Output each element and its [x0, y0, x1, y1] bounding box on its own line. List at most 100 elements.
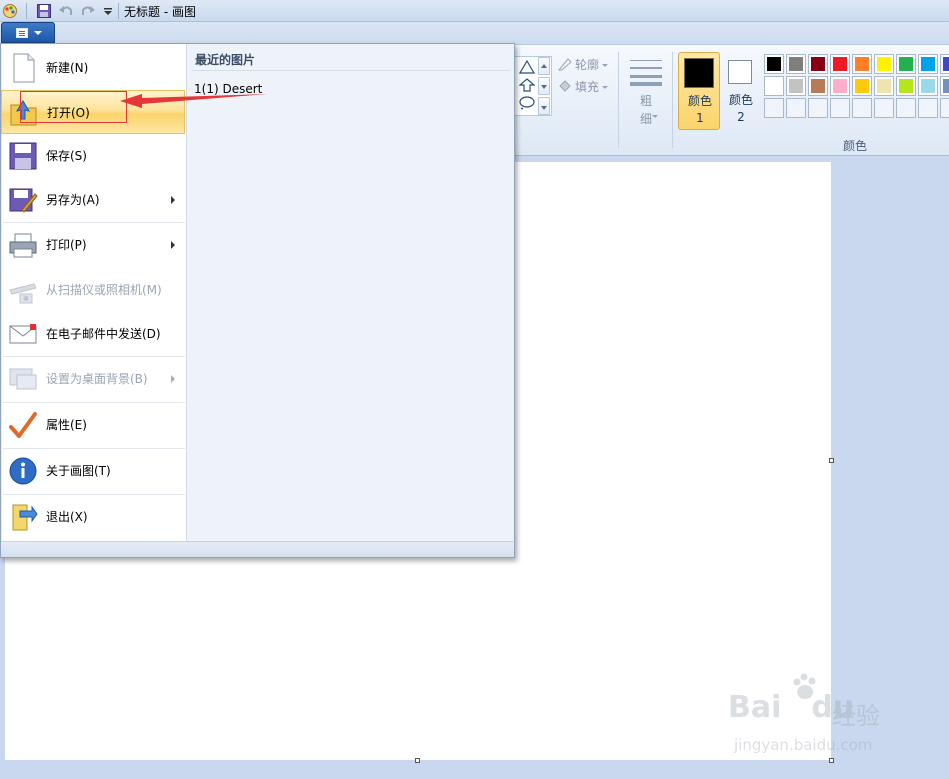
- triangle-shape-icon[interactable]: [519, 60, 535, 74]
- exit-icon: [8, 501, 38, 533]
- custom-color-slot[interactable]: [852, 98, 872, 118]
- app-menu-button[interactable]: [1, 22, 55, 43]
- app-menu-item-label: 从扫描仪或照相机(M): [46, 283, 162, 297]
- custom-color-slot[interactable]: [764, 98, 784, 118]
- app-menu-item[interactable]: 打印(P): [1, 223, 185, 267]
- custom-color-slot[interactable]: [808, 98, 828, 118]
- palette-swatch[interactable]: [786, 54, 806, 74]
- chevron-down-icon: [34, 31, 42, 35]
- shape-outline-button[interactable]: 轮廓: [557, 56, 609, 74]
- swatch-color: [877, 79, 891, 93]
- save-disk-icon: [8, 140, 38, 172]
- title-bar: 无标题 - 画图: [0, 0, 949, 22]
- app-menu-item[interactable]: 退出(X): [1, 495, 185, 539]
- app-menu-item[interactable]: 属性(E): [1, 403, 185, 447]
- color1-button[interactable]: 颜色 1: [678, 52, 720, 130]
- app-menu-item-label: 保存(S): [46, 149, 87, 163]
- app-menu-item[interactable]: 在电子邮件中发送(D): [1, 312, 185, 356]
- customize-quick-access-icon[interactable]: [100, 3, 116, 19]
- swatch-color: [767, 79, 781, 93]
- palette-swatch[interactable]: [918, 76, 938, 96]
- desktop-background-icon: [8, 363, 38, 395]
- email-icon: [8, 318, 38, 350]
- redo-icon[interactable]: [80, 3, 96, 19]
- swatch-color: [833, 79, 847, 93]
- shape-fill-button[interactable]: 填充: [557, 78, 609, 96]
- palette-swatch[interactable]: [852, 54, 872, 74]
- app-menu-divider: [3, 402, 185, 403]
- palette-swatch[interactable]: [896, 76, 916, 96]
- custom-color-slot[interactable]: [940, 98, 949, 118]
- app-menu-item-label: 另存为(A): [46, 193, 100, 207]
- shapes-scroll-up-button[interactable]: [538, 57, 550, 75]
- app-menu-item[interactable]: 关于画图(T): [1, 449, 185, 493]
- shape-outline-label: 轮廓: [575, 58, 600, 72]
- resize-handle-bottom[interactable]: [415, 758, 420, 763]
- palette-swatch[interactable]: [940, 54, 949, 74]
- app-menu-item-label: 新建(N): [46, 61, 89, 75]
- palette-swatch[interactable]: [830, 54, 850, 74]
- palette-swatch[interactable]: [830, 76, 850, 96]
- custom-color-slot[interactable]: [786, 98, 806, 118]
- recent-pictures-pane: [187, 44, 514, 541]
- shapes-scroll-down-button[interactable]: [538, 77, 550, 95]
- app-menu-item[interactable]: 新建(N): [1, 46, 185, 90]
- up-arrow-shape-icon[interactable]: [519, 78, 535, 92]
- palette-swatch[interactable]: [808, 54, 828, 74]
- fill-bucket-icon: [559, 80, 571, 92]
- custom-color-slot[interactable]: [874, 98, 894, 118]
- resize-handle-right[interactable]: [829, 458, 834, 463]
- palette-swatch[interactable]: [786, 76, 806, 96]
- watermark-name: 经验: [832, 702, 880, 730]
- palette-swatch[interactable]: [852, 76, 872, 96]
- color2-button[interactable]: 颜色 2: [722, 52, 760, 130]
- shape-fill-label: 填充: [575, 80, 600, 94]
- swatch-color: [855, 57, 869, 71]
- recent-pictures-header: 最近的图片: [195, 53, 256, 67]
- paint-app-icon[interactable]: [2, 3, 18, 19]
- app-menu-divider: [3, 494, 185, 495]
- scanner-icon: [8, 274, 38, 306]
- palette-swatch[interactable]: [918, 54, 938, 74]
- custom-color-slot[interactable]: [830, 98, 850, 118]
- app-menu-item-label: 设置为桌面背景(B): [46, 372, 148, 386]
- app-menu-footer: [1, 541, 514, 557]
- ribbon-tab-row: [0, 22, 949, 44]
- annotation-highlight-box: [20, 91, 127, 123]
- custom-color-slot[interactable]: [896, 98, 916, 118]
- app-menu-item: 从扫描仪或照相机(M): [1, 268, 185, 312]
- app-menu-divider: [3, 448, 185, 449]
- swatch-color: [789, 57, 803, 71]
- quick-save-icon[interactable]: [36, 3, 52, 19]
- undo-icon[interactable]: [58, 3, 74, 19]
- palette-swatch[interactable]: [808, 76, 828, 96]
- app-menu-divider: [3, 222, 185, 223]
- properties-check-icon: [8, 409, 38, 441]
- annotation-arrow-icon: [120, 94, 268, 108]
- quick-access-separator: [118, 3, 119, 19]
- chevron-right-icon: [171, 241, 175, 249]
- palette-swatch[interactable]: [764, 54, 784, 74]
- size-button[interactable]: 粗细: [622, 56, 670, 126]
- color2-swatch: [728, 60, 752, 84]
- app-menu-item[interactable]: 另存为(A): [1, 178, 185, 222]
- app-menu-item-label: 退出(X): [46, 510, 88, 524]
- swatch-color: [855, 79, 869, 93]
- palette-swatch[interactable]: [940, 76, 949, 96]
- chevron-down-icon: [602, 64, 609, 67]
- app-menu-item[interactable]: 保存(S): [1, 134, 185, 178]
- palette-swatch[interactable]: [764, 76, 784, 96]
- custom-color-slot[interactable]: [918, 98, 938, 118]
- shapes-expand-button[interactable]: [538, 97, 550, 115]
- palette-swatch[interactable]: [896, 54, 916, 74]
- cloud-callout-shape-icon[interactable]: [519, 96, 535, 110]
- color-palette: [764, 54, 949, 118]
- color1-swatch: [684, 58, 714, 88]
- watermark-brand-head: Bai: [728, 690, 782, 725]
- swatch-color: [899, 79, 913, 93]
- info-icon: [8, 455, 38, 487]
- resize-handle-corner[interactable]: [829, 758, 834, 763]
- save-as-icon: [8, 184, 38, 216]
- palette-swatch[interactable]: [874, 76, 894, 96]
- palette-swatch[interactable]: [874, 54, 894, 74]
